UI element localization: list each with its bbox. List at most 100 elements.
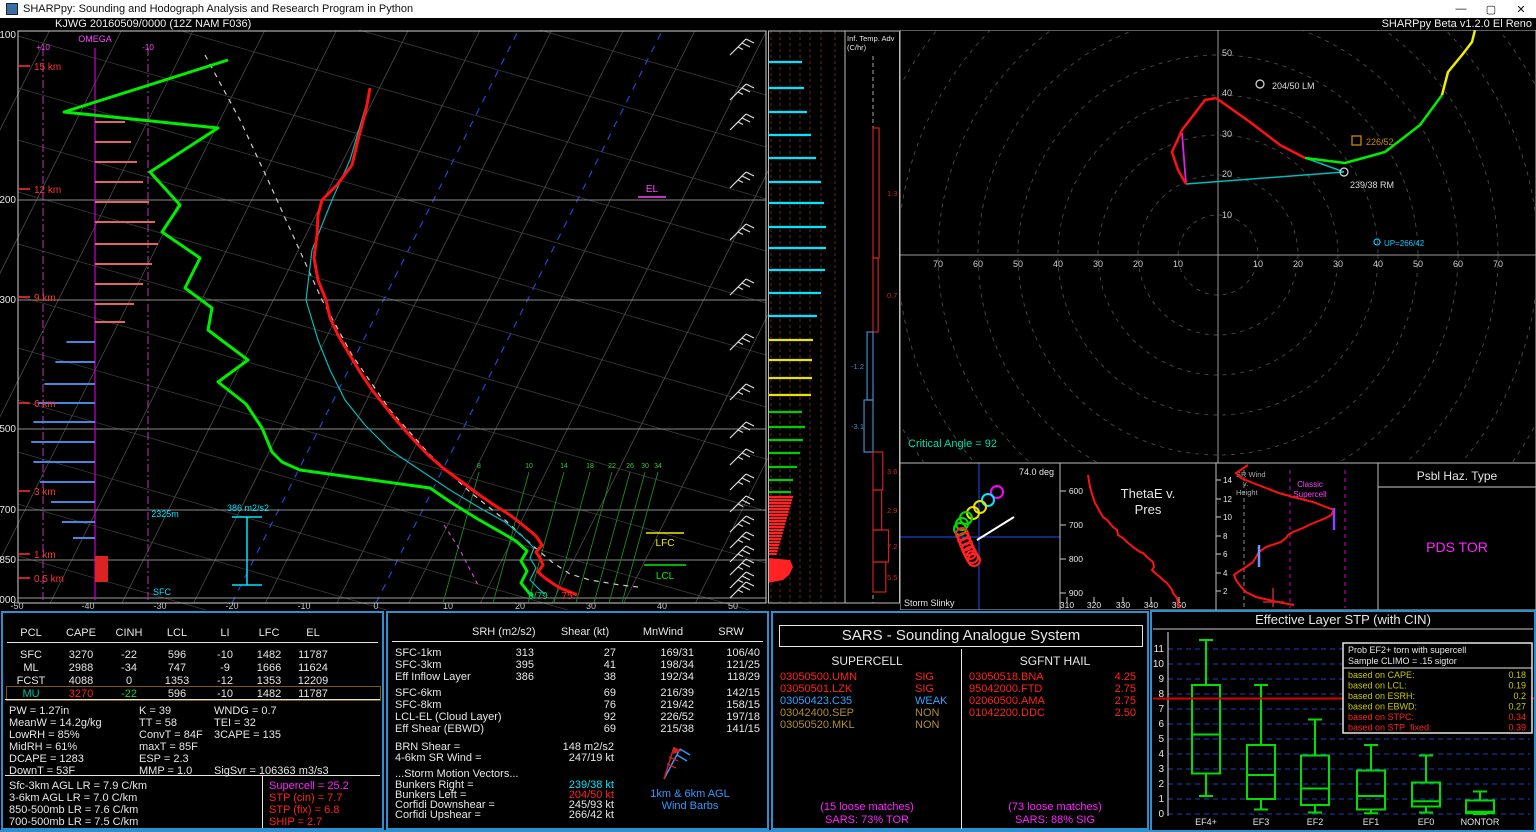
sars-hail-size: 2.75 xyxy=(1114,683,1136,695)
hodo-ring-label: 50 xyxy=(1013,259,1023,269)
kin-row-label: LCL-EL (Cloud Layer) xyxy=(395,711,502,723)
slinky-angle-label: 74.0 deg xyxy=(1019,467,1054,477)
parcel-cell: 747 xyxy=(167,662,187,674)
parcel-col-header: EL xyxy=(306,627,320,639)
thetae-title: ThetaE v. xyxy=(1121,486,1176,501)
mixing-ratio-label: 22 xyxy=(608,463,616,470)
srwind-y-tick: 8 xyxy=(1223,532,1228,541)
minimize-button[interactable]: — xyxy=(1446,3,1476,16)
temp-label: -10 xyxy=(297,601,310,610)
sars-title: SARS - Sounding Analogue System xyxy=(779,625,1143,647)
updraft-label: UP=266/42 xyxy=(1384,239,1425,248)
right-mover-label: 239/38 RM xyxy=(1350,180,1394,190)
pressure-label: 850 xyxy=(0,555,16,566)
omega-bar-block xyxy=(95,556,108,582)
sars-match-id[interactable]: 03050423.C35 xyxy=(780,695,852,707)
srwind-y-tick: 14 xyxy=(1223,476,1232,485)
parcel-cell: -9 xyxy=(220,662,230,674)
mixing-ratio-label: 10 xyxy=(525,463,533,470)
sars-match-id[interactable]: 95042000.FTD xyxy=(969,683,1042,695)
hodo-ring-label: 20 xyxy=(1222,169,1232,179)
sars-match-id[interactable]: 03050500.UMN xyxy=(780,671,857,683)
thetae-x-tick: 320 xyxy=(1087,600,1101,610)
stp-y-tick: 1 xyxy=(1158,794,1164,805)
sars-hail-result: SARS: 88% SIG xyxy=(1014,814,1096,826)
stp-prob-label: based on STPC: xyxy=(1348,712,1414,722)
lapse-rate-stat: Sfc-3km AGL LR = 7.9 C/km xyxy=(9,780,148,792)
skewt-panel[interactable]: 8 10 14 18 22 26 30 34 OMEGA +10 -10 15 km 12 km 9 km… xyxy=(0,30,768,610)
stp-y-tick: 0 xyxy=(1158,809,1164,820)
parcel-cell: 2988 xyxy=(68,662,94,674)
maximize-button[interactable]: ▢ xyxy=(1476,3,1506,16)
hazard-panel[interactable]: Psbl Haz. Type PDS TOR xyxy=(1378,463,1536,610)
surface-temp-label: 75 xyxy=(561,591,573,602)
hodo-ring-label: 70 xyxy=(1493,259,1503,269)
kin-shear-value: 69 xyxy=(603,723,616,735)
kin-row-label: SFC-6km xyxy=(395,687,442,699)
kin-col-header: MnWind xyxy=(642,626,684,638)
kin-srw-value: 118/29 xyxy=(727,671,760,683)
hodograph-panel[interactable]: 50 40 30 20 10 70 60 50 40 30 20 10 10 20 30 40 50 60 70 20… xyxy=(900,30,1536,463)
sars-panel[interactable]: SARS - Sounding Analogue System SUPERCELL… xyxy=(771,611,1149,830)
stp-y-tick: 5 xyxy=(1158,734,1164,745)
slinky-title: Storm Slinky xyxy=(904,598,955,608)
tempadv-units: (C/hr) xyxy=(847,43,867,52)
mixing-ratio-label: 30 xyxy=(641,463,649,470)
omega-title: OMEGA xyxy=(78,34,112,44)
sars-match-id[interactable]: 03050520.MKL xyxy=(780,719,855,731)
kin-row-label: SFC-3km xyxy=(395,659,442,671)
hodo-ring-label: 40 xyxy=(1222,88,1232,98)
temp-label: 40 xyxy=(657,601,667,610)
lapse-rate-stat: 700-500mb LR = 7.5 C/km xyxy=(9,816,139,828)
hodo-ring-label: 40 xyxy=(1053,259,1063,269)
sars-match-id[interactable]: 02060500.AMA xyxy=(969,695,1045,707)
storm-slinky-panel[interactable]: 74.0 deg Storm Slinky xyxy=(900,463,1060,610)
thetae-y-tick: 700 xyxy=(1069,520,1083,530)
divider xyxy=(392,641,763,642)
kin-mnwind-value: 198/34 xyxy=(660,659,694,671)
srwind-panel[interactable]: 1412108642SR Windv.HeightClassicSupercel… xyxy=(1216,463,1378,610)
tempadv-value: 5.5 xyxy=(887,573,897,582)
hodo-ring-label: 30 xyxy=(1222,129,1232,139)
parcel-cell: 596 xyxy=(167,649,187,661)
kin-shear-value: 27 xyxy=(603,647,616,659)
sars-match-id[interactable]: 03042400.SEP xyxy=(780,707,854,719)
stp-prob-value: 0.34 xyxy=(1508,712,1526,722)
stp-prob-value: 0.39 xyxy=(1508,723,1526,733)
sars-match-id[interactable]: 03050501.LZK xyxy=(780,683,852,695)
sars-match-category: NON xyxy=(915,707,940,719)
sars-match-id[interactable]: 03050518.BNA xyxy=(969,671,1044,683)
stp-legend-title: Prob EF2+ torn with supercell xyxy=(1348,645,1466,655)
surface-dewpoint-label: 6/79 xyxy=(528,591,548,602)
close-button[interactable]: ✕ xyxy=(1506,3,1536,16)
moisture-tempadv-strip: Inf. Temp. Adv(C/hr) 1.3 0.7 -1.2 -3.1 3.6 2.9… xyxy=(768,30,900,610)
classic-supercell-label: Classic xyxy=(1297,480,1323,489)
sars-match-category: SIG xyxy=(915,671,934,683)
thetae-y-tick: 800 xyxy=(1069,554,1083,564)
stp-y-tick: 2 xyxy=(1158,779,1164,790)
kin-srh-value: 386 xyxy=(515,671,534,683)
thetae-panel[interactable]: 600700800900310 320 330 340 350ThetaE v.Pres xyxy=(1060,463,1216,610)
srwind-y-tick: 10 xyxy=(1223,513,1232,522)
hazard-value: PDS TOR xyxy=(1426,539,1488,555)
sars-match-id[interactable]: 01042200.DDC xyxy=(969,707,1045,719)
hodo-ring-label: 10 xyxy=(1173,259,1183,269)
parcel-cell: 1666 xyxy=(256,662,282,674)
thermo-stat: MeanW = 14.2g/kg xyxy=(9,717,102,729)
el-label: EL xyxy=(646,184,659,195)
temp-label: 50 xyxy=(728,601,738,610)
hodo-ring-label: 20 xyxy=(1293,259,1303,269)
kin-srw-value: 121/25 xyxy=(726,659,760,671)
window-title: SHARPpy: Sounding and Hodograph Analysis… xyxy=(23,3,414,15)
sars-supercell-matches: (15 loose matches) xyxy=(820,801,914,813)
stp-category-label: EF3 xyxy=(1253,817,1270,827)
kin-shear-value: 76 xyxy=(603,699,616,711)
kin-srh-value: 395 xyxy=(515,659,534,671)
parcel-col-header: LI xyxy=(220,627,230,639)
kin-row-label: Eff Inflow Layer xyxy=(395,671,471,683)
window-titlebar[interactable]: SHARPpy: Sounding and Hodograph Analysis… xyxy=(0,0,1536,18)
mixing-ratio-label: 34 xyxy=(654,463,662,470)
sars-hail-size: 4.25 xyxy=(1114,671,1136,683)
hodo-ring-label: 30 xyxy=(1333,259,1343,269)
hodo-ring-label: 60 xyxy=(1453,259,1463,269)
